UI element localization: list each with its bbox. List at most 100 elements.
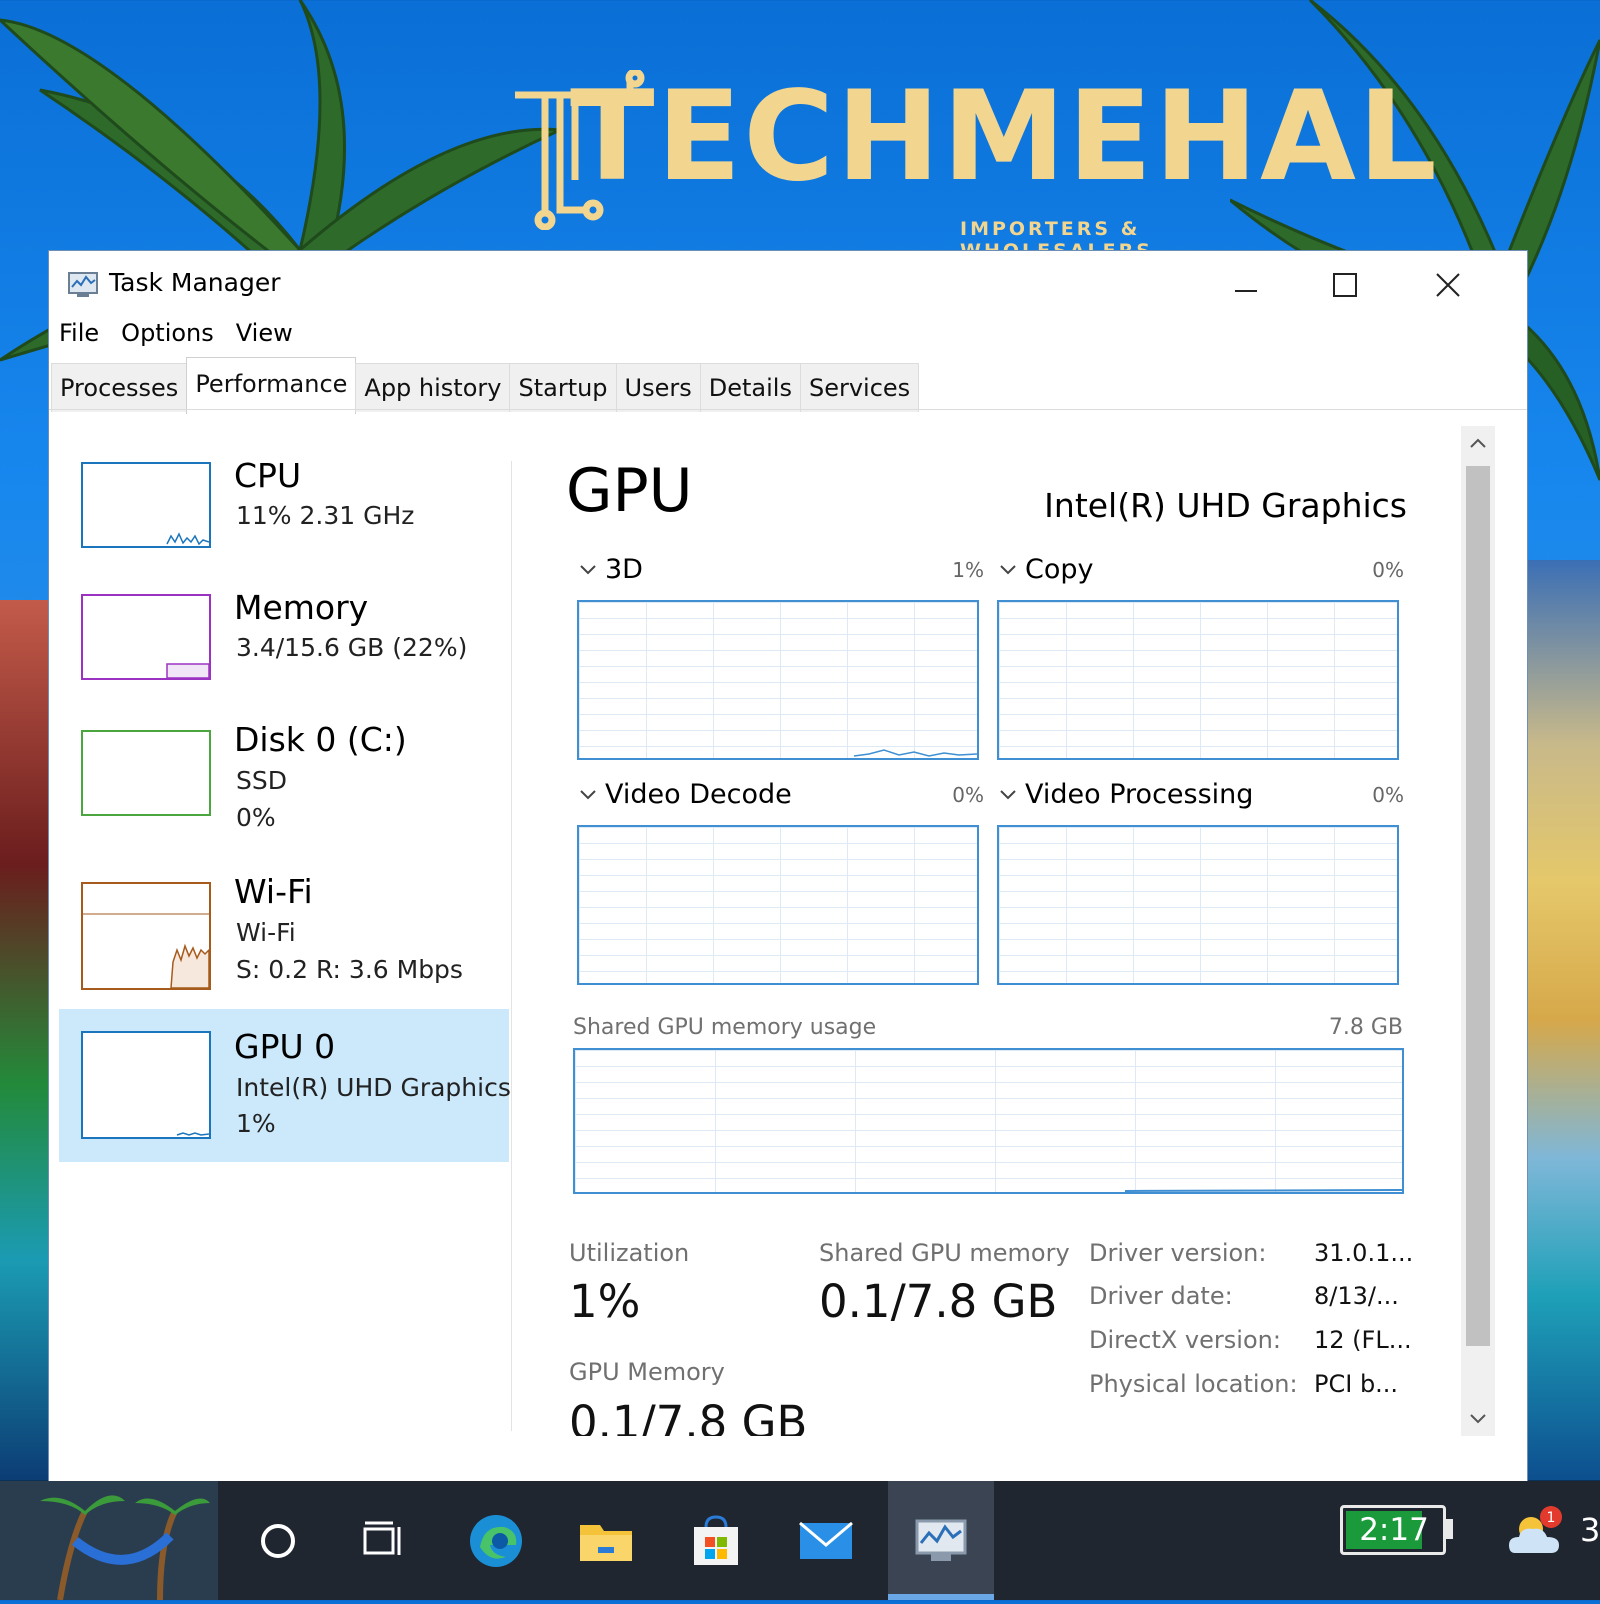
task-view-icon	[363, 1521, 401, 1555]
panel-divider	[511, 461, 512, 1431]
taskbar-mail-button[interactable]	[788, 1503, 864, 1579]
memory-thumbnail-graph	[81, 594, 211, 680]
engine-copy-graph	[997, 600, 1399, 760]
tab-startup[interactable]: Startup	[509, 363, 617, 412]
scroll-thumb[interactable]	[1466, 466, 1490, 1346]
wifi-thumbnail-graph	[81, 882, 211, 990]
edge-browser-icon	[470, 1515, 522, 1567]
taskbar-store-button[interactable]	[678, 1503, 754, 1579]
directx-version-key: DirectX version:	[1089, 1326, 1281, 1354]
weather-cloud-icon[interactable]: 1	[1505, 1503, 1565, 1563]
resource-title: GPU 0	[234, 1027, 336, 1066]
taskbar: 2:17 1 3	[0, 1481, 1600, 1601]
driver-version-key: Driver version:	[1089, 1239, 1267, 1267]
menu-file[interactable]: File	[59, 319, 99, 359]
menu-options[interactable]: Options	[121, 319, 214, 359]
gpu-model-name: Intel(R) UHD Graphics	[1044, 486, 1407, 525]
taskbar-edge-text: 3	[1580, 1511, 1600, 1549]
physical-location-value: PCI b...	[1314, 1370, 1399, 1398]
engine-video-decode-percent: 0%	[952, 783, 984, 807]
resource-memory[interactable]: Memory 3.4/15.6 GB (22%)	[59, 578, 509, 698]
maximize-button[interactable]	[1315, 263, 1375, 307]
resource-cpu[interactable]: CPU 11% 2.31 GHz	[59, 446, 509, 566]
tab-strip: Processes Performance App history Startu…	[51, 357, 920, 414]
scroll-up-button[interactable]	[1461, 426, 1495, 460]
resource-detail: Wi-Fi	[236, 918, 296, 947]
active-app-indicator	[888, 1594, 994, 1600]
engine-3d-percent: 1%	[952, 558, 984, 582]
chevron-up-icon	[1470, 438, 1486, 448]
techmehal-logo: TECHMEHAL IMPORTERS & WHOLESALERS	[510, 70, 1437, 262]
taskbar-edge-button[interactable]	[458, 1503, 534, 1579]
engine-video-decode-graph	[577, 825, 979, 985]
resource-detail: 0%	[236, 803, 276, 832]
microsoft-store-icon	[694, 1515, 738, 1565]
task-manager-icon	[915, 1519, 967, 1561]
taskbar-task-view-button[interactable]	[345, 1503, 421, 1579]
chevron-down-icon[interactable]	[999, 786, 1017, 804]
engine-3d-label[interactable]: 3D	[605, 554, 643, 585]
gpu-heading: GPU	[566, 456, 693, 526]
taskbar-cortana-button[interactable]	[240, 1503, 316, 1579]
engine-3d-graph	[577, 600, 979, 760]
battery-nub	[1446, 1519, 1453, 1539]
resource-gpu[interactable]: GPU 0 Intel(R) UHD Graphics 1%	[59, 1009, 511, 1162]
logo-brand-text: TECHMEHAL	[570, 65, 1439, 209]
hammock-palm-icon	[40, 1495, 210, 1601]
cortana-circle-icon	[261, 1524, 295, 1558]
close-button[interactable]	[1418, 263, 1478, 307]
shared-gpu-memory-value: 0.1/7.8 GB	[819, 1275, 1058, 1328]
wallpaper-left-scene	[0, 600, 48, 1480]
folder-icon	[580, 1525, 632, 1561]
resource-detail: Intel(R) UHD Graphics	[236, 1073, 511, 1102]
menu-view[interactable]: View	[236, 319, 293, 359]
minimize-icon	[1235, 290, 1257, 292]
vertical-scrollbar[interactable]	[1461, 426, 1495, 1436]
mail-icon	[799, 1521, 853, 1559]
tab-users[interactable]: Users	[615, 363, 701, 412]
utilization-value: 1%	[569, 1275, 641, 1328]
directx-version-value: 12 (FL...	[1314, 1326, 1412, 1354]
engine-copy-label[interactable]: Copy	[1025, 554, 1094, 585]
tab-performance[interactable]: Performance	[186, 357, 357, 414]
close-icon	[1436, 273, 1460, 297]
chevron-down-icon	[1470, 1414, 1486, 1424]
taskbar-hammock-start[interactable]	[0, 1481, 218, 1601]
minimize-button[interactable]	[1216, 263, 1276, 307]
resource-disk[interactable]: Disk 0 (C:) SSD 0%	[59, 710, 509, 850]
taskbar-file-explorer-button[interactable]	[568, 1503, 644, 1579]
title-bar[interactable]: Task Manager	[49, 251, 1527, 315]
maximize-icon	[1333, 273, 1357, 297]
utilization-label: Utilization	[569, 1239, 690, 1267]
shared-gpu-memory-label: Shared GPU memory	[819, 1239, 1070, 1267]
window-title: Task Manager	[109, 268, 281, 297]
resource-wifi[interactable]: Wi-Fi Wi-Fi S: 0.2 R: 3.6 Mbps	[59, 862, 509, 1002]
engine-video-processing-label[interactable]: Video Processing	[1025, 779, 1253, 810]
physical-location-key: Physical location:	[1089, 1370, 1298, 1398]
resource-detail: 3.4/15.6 GB (22%)	[236, 633, 468, 662]
resource-title: Disk 0 (C:)	[234, 720, 407, 759]
resource-title: Wi-Fi	[234, 872, 313, 911]
taskbar-clock[interactable]: 2:17	[1342, 1505, 1446, 1555]
scroll-down-button[interactable]	[1461, 1402, 1495, 1436]
taskbar-task-manager-icon-slot[interactable]	[903, 1503, 979, 1579]
resource-detail: 11% 2.31 GHz	[236, 501, 415, 530]
chevron-down-icon[interactable]	[579, 561, 597, 579]
tab-divider	[49, 409, 1527, 410]
window-footer	[49, 1436, 1527, 1482]
engine-video-processing-graph	[997, 825, 1399, 985]
engine-copy-percent: 0%	[1372, 558, 1404, 582]
chevron-down-icon[interactable]	[579, 786, 597, 804]
shared-memory-graph	[573, 1048, 1404, 1194]
tab-details[interactable]: Details	[699, 363, 801, 412]
chevron-down-icon[interactable]	[999, 561, 1017, 579]
disk-thumbnail-graph	[81, 730, 211, 816]
tab-processes[interactable]: Processes	[51, 363, 188, 412]
tab-services[interactable]: Services	[799, 363, 920, 412]
tab-app-history[interactable]: App history	[355, 363, 511, 412]
engine-video-decode-label[interactable]: Video Decode	[605, 779, 792, 810]
driver-date-value: 8/13/...	[1314, 1282, 1399, 1310]
resource-detail: SSD	[236, 766, 287, 795]
wallpaper-right-scene	[1527, 560, 1600, 1480]
weather-badge-count: 1	[1547, 1510, 1556, 1526]
